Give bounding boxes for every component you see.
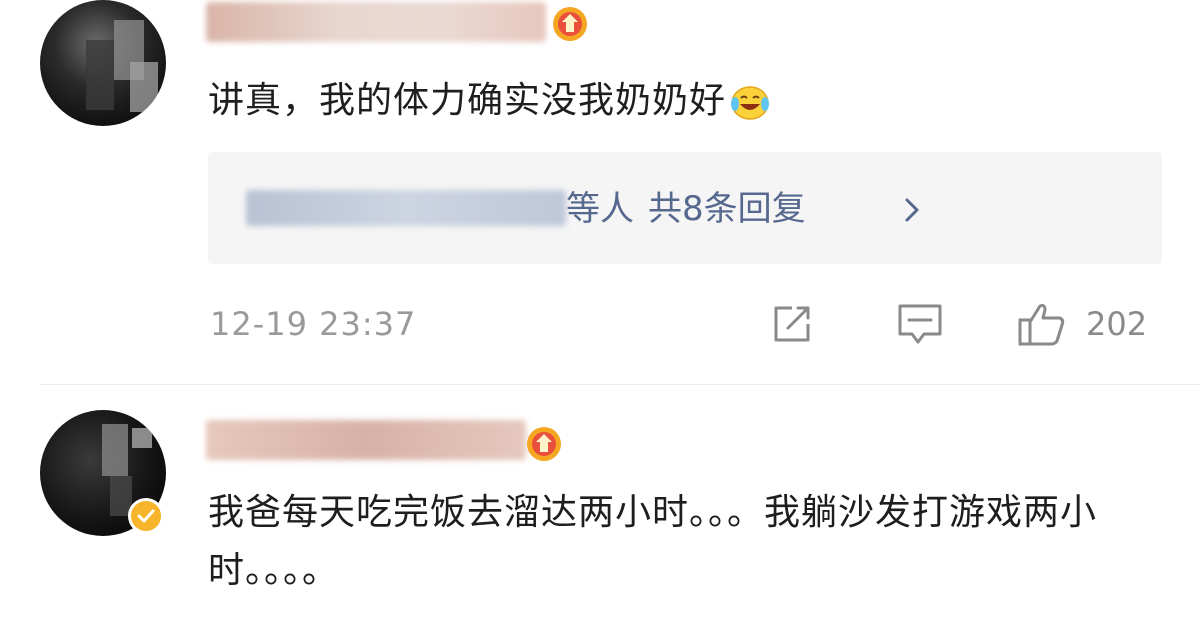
comment-text: 我爸每天吃完饭去溜达两小时。。。我躺沙发打游戏两小时。。。。 bbox=[208, 492, 1098, 591]
verified-icon bbox=[128, 498, 164, 534]
username-blurred[interactable] bbox=[206, 420, 526, 460]
comment-item-2: 我爸每天吃完饭去溜达两小时。。。我躺沙发打游戏两小时。。。。 bbox=[0, 0, 1200, 629]
vip-badge-icon bbox=[527, 427, 561, 461]
